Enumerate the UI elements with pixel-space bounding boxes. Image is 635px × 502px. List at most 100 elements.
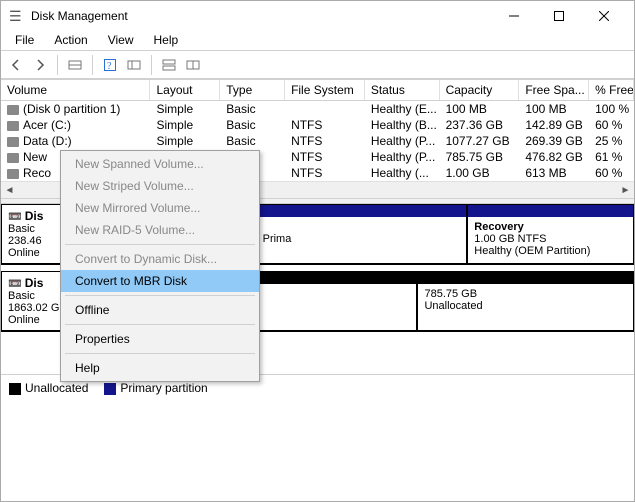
cell: 476.82 GB (519, 149, 589, 165)
menu-new-raid5[interactable]: New RAID-5 Volume... (61, 219, 259, 241)
cell: 1077.27 GB (440, 133, 520, 149)
toolbar-separator (92, 55, 93, 75)
cell: Healthy (P... (365, 149, 440, 165)
close-button[interactable] (581, 1, 626, 31)
menu-separator (65, 324, 255, 325)
disk-icon: 📼 (8, 211, 22, 223)
disk-0-state: Online (8, 247, 40, 259)
partition-title: Recovery (474, 221, 524, 233)
menu-view[interactable]: View (98, 31, 144, 50)
toolbar-button-3[interactable] (158, 54, 180, 76)
minimize-button[interactable] (491, 1, 536, 31)
toolbar-button-4[interactable] (182, 54, 204, 76)
cell: 25 % (589, 133, 634, 149)
menu-convert-mbr[interactable]: Convert to MBR Disk (61, 270, 259, 292)
cell: Data (D:) (1, 133, 150, 149)
scroll-right-icon[interactable]: ► (617, 182, 634, 198)
col-status[interactable]: Status (365, 80, 440, 100)
menu-separator (65, 244, 255, 245)
help-icon[interactable]: ? (99, 54, 121, 76)
cell: NTFS (285, 133, 365, 149)
cell: 100 MB (440, 101, 520, 117)
disk-1-type: Basic (8, 290, 35, 302)
cell: 61 % (589, 149, 634, 165)
toolbar-button-2[interactable] (123, 54, 145, 76)
partition-size: 785.75 GB (424, 288, 477, 300)
partition-label: Unallocated (424, 300, 482, 312)
disk-1-state: Online (8, 314, 40, 326)
cell: NTFS (285, 165, 365, 181)
cell: Basic (220, 117, 285, 133)
menu-properties[interactable]: Properties (61, 328, 259, 350)
menu-separator (65, 295, 255, 296)
back-button[interactable] (5, 54, 27, 76)
cell: 269.39 GB (519, 133, 589, 149)
window-title: Disk Management (31, 9, 491, 23)
swatch-black (9, 383, 21, 395)
col-pctfree[interactable]: % Free (589, 80, 634, 100)
col-filesystem[interactable]: File System (285, 80, 365, 100)
cell: 785.75 GB (440, 149, 520, 165)
disk-icon: 📼 (8, 278, 22, 290)
toolbar-button-1[interactable] (64, 54, 86, 76)
partition-header-unallocated (418, 272, 633, 284)
cell: Healthy (E... (365, 101, 440, 117)
cell: Basic (220, 133, 285, 149)
col-volume[interactable]: Volume (1, 80, 150, 100)
menu-separator (65, 353, 255, 354)
maximize-button[interactable] (536, 1, 581, 31)
volume-icon (7, 105, 19, 115)
forward-button[interactable] (29, 54, 51, 76)
partition-size: 1.00 GB NTFS (474, 233, 546, 245)
cell: Healthy (P... (365, 133, 440, 149)
menu-new-spanned[interactable]: New Spanned Volume... (61, 153, 259, 175)
legend-primary: Primary partition (104, 381, 207, 395)
cell: 100 MB (519, 101, 589, 117)
cell: 60 % (589, 165, 634, 181)
legend-unallocated: Unallocated (9, 381, 88, 395)
menu-new-mirrored[interactable]: New Mirrored Volume... (61, 197, 259, 219)
menu-new-striped[interactable]: New Striped Volume... (61, 175, 259, 197)
col-free[interactable]: Free Spa... (519, 80, 589, 100)
volume-row[interactable]: (Disk 0 partition 1)SimpleBasicHealthy (… (1, 101, 634, 117)
volume-row[interactable]: Acer (C:)SimpleBasicNTFSHealthy (B...237… (1, 117, 634, 133)
cell: Simple (150, 117, 220, 133)
svg-text:?: ? (107, 61, 112, 72)
volume-list-header: Volume Layout Type File System Status Ca… (1, 79, 634, 101)
menu-offline[interactable]: Offline (61, 299, 259, 321)
cell: Acer (C:) (1, 117, 150, 133)
scroll-left-icon[interactable]: ◄ (1, 182, 18, 198)
menu-bar: File Action View Help (1, 31, 634, 51)
disk-1-size: 1863.02 GB (8, 302, 67, 314)
cell: Basic (220, 101, 285, 117)
cell: Healthy (B... (365, 117, 440, 133)
cell: 613 MB (519, 165, 589, 181)
disk-1-name: Dis (25, 276, 44, 290)
col-capacity[interactable]: Capacity (440, 80, 520, 100)
cell (285, 101, 365, 117)
cell: 60 % (589, 117, 634, 133)
partition-header-primary (468, 205, 633, 217)
app-icon: ☰ (9, 8, 25, 24)
title-bar: ☰ Disk Management (1, 1, 634, 31)
menu-help[interactable]: Help (61, 357, 259, 379)
cell: (Disk 0 partition 1) (1, 101, 150, 117)
col-layout[interactable]: Layout (150, 80, 220, 100)
col-type[interactable]: Type (220, 80, 285, 100)
partition-status: Healthy (OEM Partition) (474, 245, 590, 257)
toolbar-separator (151, 55, 152, 75)
cell: 142.89 GB (519, 117, 589, 133)
disk-1-unallocated-2[interactable]: 785.75 GB Unallocated (417, 271, 634, 331)
menu-action[interactable]: Action (44, 31, 97, 50)
menu-help[interactable]: Help (144, 31, 189, 50)
cell: Healthy (... (365, 165, 440, 181)
menu-file[interactable]: File (5, 31, 44, 50)
context-menu: New Spanned Volume... New Striped Volume… (60, 150, 260, 382)
toolbar: ? (1, 51, 634, 79)
cell: 1.00 GB (440, 165, 520, 181)
toolbar-separator (57, 55, 58, 75)
volume-row[interactable]: Data (D:)SimpleBasicNTFSHealthy (P...107… (1, 133, 634, 149)
menu-convert-dynamic[interactable]: Convert to Dynamic Disk... (61, 248, 259, 270)
cell: 237.36 GB (440, 117, 520, 133)
disk-0-partition-recovery[interactable]: Recovery 1.00 GB NTFS Healthy (OEM Parti… (467, 204, 634, 264)
